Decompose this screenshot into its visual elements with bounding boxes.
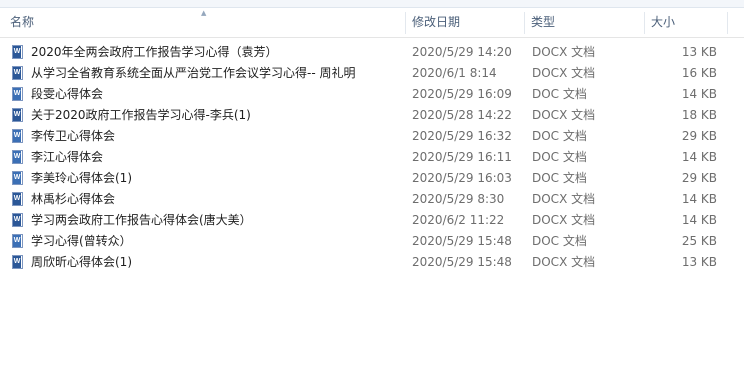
word-document-icon bbox=[12, 129, 23, 143]
word-document-icon bbox=[12, 108, 23, 122]
column-header-name[interactable]: 名称 bbox=[6, 8, 404, 37]
file-row[interactable]: 李美玲心得体会(1) 2020/5/29 16:03 DOC 文档 29 KB bbox=[0, 168, 744, 189]
file-row[interactable]: 关于2020政府工作报告学习心得-李兵(1) 2020/5/28 14:22 DOC… bbox=[0, 105, 744, 126]
file-row[interactable]: 李江心得体会 2020/5/29 16:11 DOC 文档 14 KB bbox=[0, 147, 744, 168]
word-document-icon bbox=[12, 192, 23, 206]
file-size: 14 KB bbox=[681, 150, 717, 164]
file-row[interactable]: 学习两会政府工作报告心得体会(唐大美） 2020/6/2 11:22 DOCX 文档… bbox=[0, 210, 744, 231]
word-document-icon bbox=[12, 150, 23, 164]
file-modified-date: 2020/6/2 11:22 bbox=[412, 213, 505, 227]
file-modified-date: 2020/5/29 8:30 bbox=[412, 192, 505, 206]
file-modified-date: 2020/5/29 16:09 bbox=[412, 87, 512, 101]
column-header-size[interactable]: 大小 bbox=[647, 8, 727, 37]
file-row[interactable]: 从学习全省教育系统全面从严治党工作会议学习心得-- 周礼明 2020/6/1 8:… bbox=[0, 63, 744, 84]
file-name: 李江心得体会 bbox=[31, 150, 104, 164]
word-document-icon bbox=[12, 171, 23, 185]
file-modified-date: 2020/5/29 16:11 bbox=[412, 150, 512, 164]
file-type: DOCX 文档 bbox=[532, 66, 596, 80]
word-document-icon bbox=[12, 87, 23, 101]
file-type: DOCX 文档 bbox=[532, 108, 596, 122]
file-size: 29 KB bbox=[681, 129, 717, 143]
file-name: 学习心得(曾转众） bbox=[31, 234, 132, 248]
word-document-icon bbox=[12, 45, 23, 59]
file-type: DOC 文档 bbox=[532, 171, 587, 185]
file-row[interactable]: 2020年全两会政府工作报告学习心得（袁芳） 2020/5/29 14:20 DOC… bbox=[0, 42, 744, 63]
file-row[interactable]: 李传卫心得体会 2020/5/29 16:32 DOC 文档 29 KB bbox=[0, 126, 744, 147]
file-name: 周欣昕心得体会(1) bbox=[31, 255, 132, 269]
column-divider[interactable] bbox=[405, 12, 406, 34]
file-size: 16 KB bbox=[681, 66, 717, 80]
column-divider[interactable] bbox=[524, 12, 525, 34]
word-document-icon bbox=[12, 66, 23, 80]
file-modified-date: 2020/5/29 14:20 bbox=[412, 45, 512, 59]
word-document-icon bbox=[12, 234, 23, 248]
file-row[interactable]: 林禹杉心得体会 2020/5/29 8:30 DOCX 文档 14 KB bbox=[0, 189, 744, 210]
file-name: 李美玲心得体会(1) bbox=[31, 171, 132, 185]
file-name: 学习两会政府工作报告心得体会(唐大美） bbox=[31, 213, 252, 227]
column-header-bar: ▲ 名称 修改日期 类型 大小 bbox=[0, 8, 744, 38]
file-row[interactable]: 段雯心得体会 2020/5/29 16:09 DOC 文档 14 KB bbox=[0, 84, 744, 105]
file-modified-date: 2020/5/29 16:03 bbox=[412, 171, 512, 185]
file-type: DOCX 文档 bbox=[532, 213, 596, 227]
file-modified-date: 2020/5/29 15:48 bbox=[412, 234, 512, 248]
column-divider[interactable] bbox=[644, 12, 645, 34]
file-modified-date: 2020/5/28 14:22 bbox=[412, 108, 512, 122]
file-name: 林禹杉心得体会 bbox=[31, 192, 116, 206]
file-name: 段雯心得体会 bbox=[31, 87, 104, 101]
file-size: 25 KB bbox=[681, 234, 717, 248]
file-type: DOC 文档 bbox=[532, 87, 587, 101]
file-size: 14 KB bbox=[681, 192, 717, 206]
file-type: DOCX 文档 bbox=[532, 45, 596, 59]
file-row[interactable]: 周欣昕心得体会(1) 2020/5/29 15:48 DOCX 文档 13 KB bbox=[0, 252, 744, 273]
word-document-icon bbox=[12, 213, 23, 227]
file-size: 14 KB bbox=[681, 213, 717, 227]
word-document-icon bbox=[12, 255, 23, 269]
file-size: 14 KB bbox=[681, 87, 717, 101]
file-type: DOC 文档 bbox=[532, 129, 587, 143]
file-name: 2020年全两会政府工作报告学习心得（袁芳） bbox=[31, 45, 278, 59]
file-name: 关于2020政府工作报告学习心得-李兵(1) bbox=[31, 108, 251, 122]
file-size: 18 KB bbox=[681, 108, 717, 122]
column-header-type[interactable]: 类型 bbox=[527, 8, 642, 37]
file-size: 29 KB bbox=[681, 171, 717, 185]
file-row[interactable]: 学习心得(曾转众） 2020/5/29 15:48 DOC 文档 25 KB bbox=[0, 231, 744, 252]
file-type: DOCX 文档 bbox=[532, 255, 596, 269]
file-size: 13 KB bbox=[681, 45, 717, 59]
column-header-date[interactable]: 修改日期 bbox=[408, 8, 523, 37]
file-type: DOCX 文档 bbox=[532, 192, 596, 206]
file-type: DOC 文档 bbox=[532, 150, 587, 164]
column-divider[interactable] bbox=[727, 12, 728, 34]
file-name: 从学习全省教育系统全面从严治党工作会议学习心得-- 周礼明 bbox=[31, 66, 356, 80]
window-top-edge bbox=[0, 0, 744, 8]
file-modified-date: 2020/5/29 15:48 bbox=[412, 255, 512, 269]
file-modified-date: 2020/5/29 16:32 bbox=[412, 129, 512, 143]
file-size: 13 KB bbox=[681, 255, 717, 269]
file-modified-date: 2020/6/1 8:14 bbox=[412, 66, 497, 80]
file-type: DOC 文档 bbox=[532, 234, 587, 248]
file-name: 李传卫心得体会 bbox=[31, 129, 116, 143]
